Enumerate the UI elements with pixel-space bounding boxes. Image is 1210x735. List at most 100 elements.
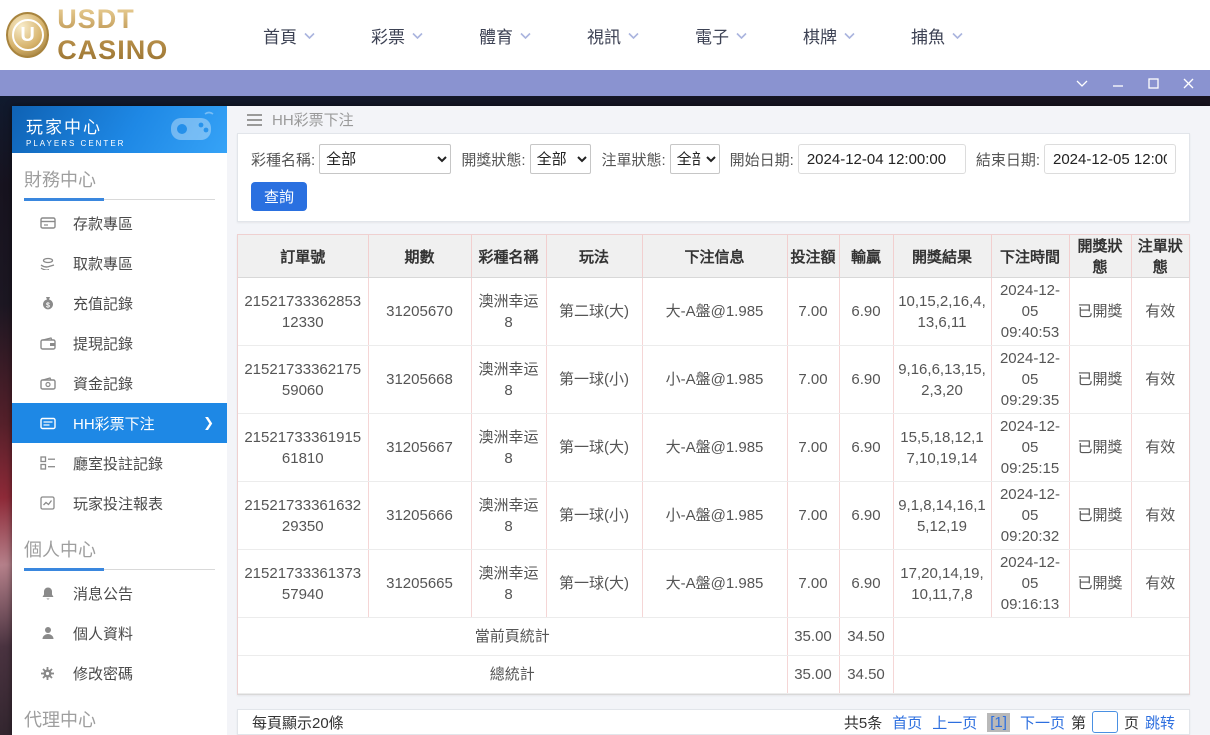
chevron-down-icon (520, 32, 531, 39)
sidebar: 玩家中心 PLAYERS CENTER 財務中心 存款專區 取款專區 $ 充值記錄 提現記… (12, 106, 227, 735)
nav-menu: 首頁 彩票 體育 視訊 電子 棋牌 捕魚 (263, 23, 963, 48)
logo-coin-icon: U (6, 12, 50, 58)
cell-下注時間: 2024-12-05 09:16:13 (990, 549, 1069, 618)
cashout-icon (39, 336, 56, 350)
cell-下注時間: 2024-12-05 09:40:53 (990, 277, 1069, 346)
sidebar-item-label: 提現記錄 (73, 335, 134, 353)
table-row: 2152173336191561810 31205667 澳洲幸运8 第一球(大) 大-… (238, 413, 1189, 482)
cell-輸贏: 6.90 (838, 277, 893, 346)
minimize-icon[interactable] (1112, 78, 1124, 88)
sidebar-item-充值記錄[interactable]: $ 充值記錄 (12, 283, 227, 323)
summary-label: 當前頁統計 (238, 617, 787, 656)
order-status-label: 注單狀態: (601, 151, 666, 169)
column-header-下注時間: 下注時間 (990, 235, 1069, 278)
table-row: 2152173336163229350 31205666 澳洲幸运8 第一球(小) 小-… (238, 481, 1189, 550)
sidebar-item-資金記錄[interactable]: 資金記錄 (12, 363, 227, 403)
first-page-link[interactable]: 首页 (892, 712, 922, 733)
sidebar-item-HH彩票下注[interactable]: HH彩票下注 ❯ (12, 403, 227, 443)
withdraw-icon (39, 256, 56, 270)
section-divider (24, 198, 215, 201)
cell-輸贏: 6.90 (838, 481, 893, 550)
cell-投注額: 7.00 (786, 413, 839, 482)
sidebar-item-玩家投注報表[interactable]: 玩家投注報表 (12, 483, 227, 523)
sidebar-item-label: 個人資料 (73, 625, 134, 643)
column-header-開獎狀態: 開獎狀態 (1068, 235, 1131, 278)
sidebar-item-廳室投註記錄[interactable]: 廳室投註記錄 (12, 443, 227, 483)
nav-item-label: 捕魚 (911, 27, 945, 47)
sidebar-menu: 財務中心 存款專區 取款專區 $ 充值記錄 提現記錄 資金記錄 HH彩票下注 ❯ 廳室投註記錄 玩家… (12, 153, 227, 735)
deposit-icon (39, 216, 56, 230)
chevron-down-icon (844, 32, 855, 39)
logo[interactable]: U USDT CASINO (6, 4, 241, 66)
column-header-玩法: 玩法 (545, 235, 642, 278)
sidebar-item-修改密碼[interactable]: 修改密碼 (12, 653, 227, 693)
cell-下注時間: 2024-12-05 09:29:35 (990, 345, 1069, 414)
cell-開獎結果: 10,15,2,16,4,13,6,11 (892, 277, 991, 346)
cell-訂單號: 2152173336137357940 (238, 549, 368, 618)
close-icon[interactable] (1183, 78, 1194, 89)
start-date-label: 開始日期: (729, 151, 794, 169)
sidebar-item-label: 資金記錄 (73, 375, 134, 393)
table-footer: 每頁顯示20條 共5条 首页 上一页 [1] 下一页 第 页 跳转 (237, 709, 1190, 735)
jump-link[interactable]: 跳转 (1145, 712, 1175, 733)
summary-bet-total: 35.00 (786, 655, 839, 694)
cell-期數: 31205667 (367, 413, 471, 482)
nav-item-label: 棋牌 (803, 27, 837, 47)
sidebar-item-個人資料[interactable]: 個人資料 (12, 613, 227, 653)
maximize-icon[interactable] (1148, 77, 1159, 89)
nav-item-label: 體育 (479, 27, 513, 47)
sidebar-item-取款專區[interactable]: 取款專區 (12, 243, 227, 283)
nav-item-電子[interactable]: 電子 (695, 23, 747, 48)
sidebar-item-label: 取款專區 (73, 255, 134, 273)
sidebar-item-label: 玩家投注報表 (73, 495, 164, 513)
cell-彩種名稱: 澳洲幸运8 (470, 277, 546, 346)
nav-item-首頁[interactable]: 首頁 (263, 23, 315, 48)
page-header: HH彩票下注 (237, 106, 1210, 133)
cell-開獎結果: 9,1,8,14,16,15,12,19 (892, 481, 991, 550)
prev-page-link[interactable]: 上一页 (932, 712, 977, 733)
cell-開獎狀態: 已開獎 (1068, 277, 1131, 346)
report-icon (39, 496, 56, 510)
page-number-input[interactable] (1091, 711, 1118, 733)
nav-item-捕魚[interactable]: 捕魚 (911, 23, 963, 48)
nav-item-體育[interactable]: 體育 (479, 23, 531, 48)
cell-投注額: 7.00 (786, 549, 839, 618)
order-status-select[interactable]: 全部 (669, 144, 720, 174)
lottery-icon (39, 417, 56, 430)
next-page-link[interactable]: 下一页 (1020, 712, 1065, 733)
section-title: 個人中心 (24, 540, 96, 560)
column-header-彩種名稱: 彩種名稱 (470, 235, 546, 278)
end-date-input[interactable] (1044, 144, 1176, 174)
current-page-indicator: [1] (987, 712, 1010, 732)
table-row: 2152173336137357940 31205665 澳洲幸运8 第一球(大) 大-… (238, 549, 1189, 618)
lottery-name-select[interactable]: 全部 (319, 144, 452, 174)
sidebar-item-提現記錄[interactable]: 提現記錄 (12, 323, 227, 363)
start-date-input[interactable] (797, 144, 966, 174)
sidebar-item-存款專區[interactable]: 存款專區 (12, 203, 227, 243)
nav-item-彩票[interactable]: 彩票 (371, 23, 423, 48)
chevron-down-icon (304, 32, 315, 39)
page-summary-row: 當前頁統計 35.00 34.50 (238, 617, 1189, 656)
nav-item-視訊[interactable]: 視訊 (587, 23, 639, 48)
window-dropdown-icon[interactable] (1076, 79, 1088, 87)
section-title: 代理中心 (24, 710, 96, 730)
cell-期數: 31205666 (367, 481, 471, 550)
pagination: 共5条 首页 上一页 [1] 下一页 第 页 跳转 (844, 711, 1175, 733)
sidebar-item-消息公告[interactable]: 消息公告 (12, 573, 227, 613)
search-button[interactable]: 查詢 (251, 182, 308, 211)
lottery-name-label: 彩種名稱: (251, 151, 316, 169)
cell-輸贏: 6.90 (838, 413, 893, 482)
person-icon (39, 626, 56, 640)
cell-開獎狀態: 已開獎 (1068, 345, 1131, 414)
recharge-icon: $ (39, 296, 56, 311)
summary-winloss-total: 34.50 (838, 617, 893, 656)
filter-panel: 彩種名稱: 全部 開獎狀態: 全部 注單狀態: 全部 開始日期: 結束日期: (237, 133, 1190, 222)
hamburger-icon[interactable] (247, 113, 262, 126)
summary-empty (892, 617, 1189, 656)
cell-彩種名稱: 澳洲幸运8 (470, 549, 546, 618)
cell-開獎結果: 9,16,6,13,15,2,3,20 (892, 345, 991, 414)
main-content: HH彩票下注 彩種名稱: 全部 開獎狀態: 全部 注單狀態: 全部 開始日期: … (227, 106, 1210, 735)
nav-item-棋牌[interactable]: 棋牌 (803, 23, 855, 48)
draw-status-select[interactable]: 全部 (529, 144, 592, 174)
summary-winloss-total: 34.50 (838, 655, 893, 694)
